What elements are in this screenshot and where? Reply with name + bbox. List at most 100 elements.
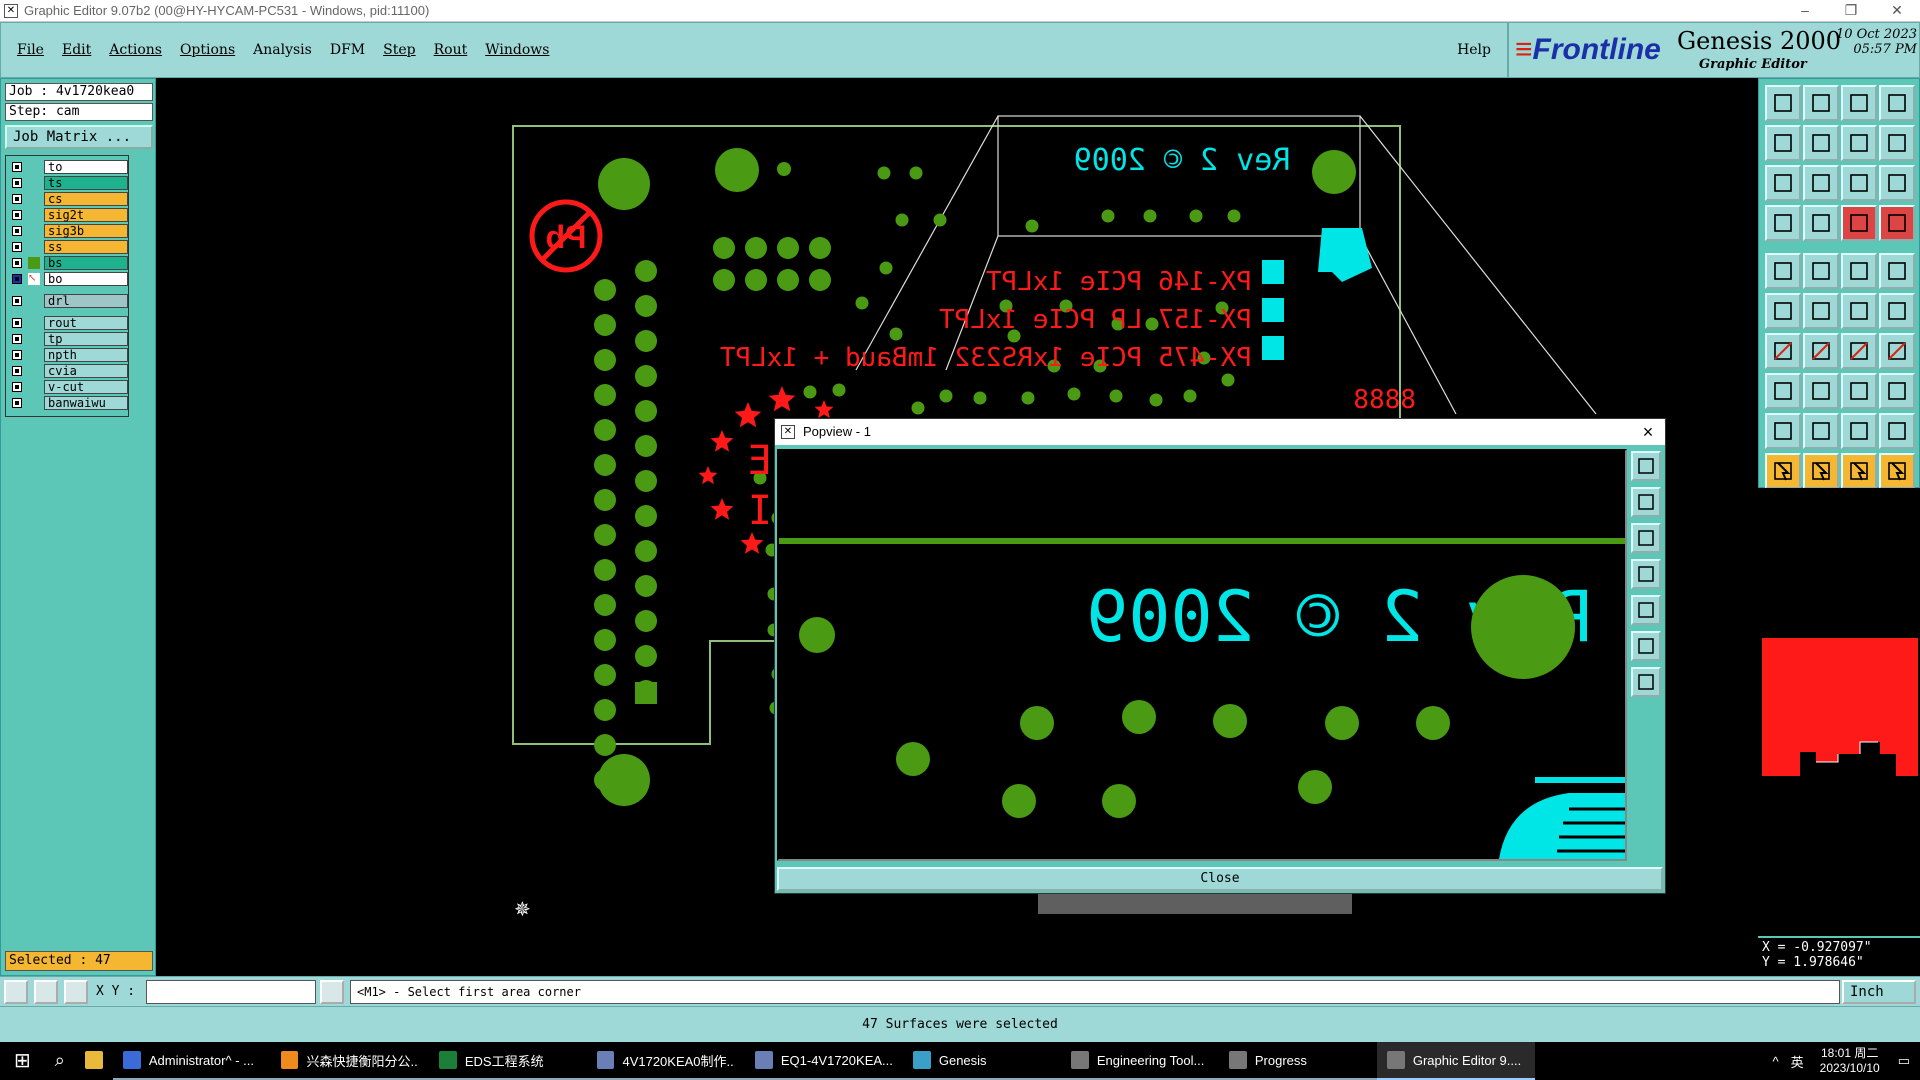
split-a-icon[interactable] xyxy=(1879,413,1915,449)
arc-icon[interactable] xyxy=(1841,333,1877,369)
menu-dfm[interactable]: DFM xyxy=(328,40,367,60)
xy-input[interactable] xyxy=(146,980,316,1004)
redraw-icon[interactable] xyxy=(1803,205,1839,241)
layer-checkbox[interactable] xyxy=(12,350,22,360)
pan-right-icon[interactable] xyxy=(1803,125,1839,161)
layer-checkbox[interactable] xyxy=(12,334,22,344)
layer-row-ts[interactable]: ts xyxy=(8,176,128,190)
pad-icon[interactable] xyxy=(1879,253,1915,289)
layer-row-drl[interactable]: drl xyxy=(8,294,128,308)
measure-icon[interactable] xyxy=(1841,373,1877,409)
layer-checkbox[interactable] xyxy=(12,162,22,172)
taskbar-item[interactable]: EDS工程系统 xyxy=(428,1042,587,1080)
layer-row-banwaiwu[interactable]: banwaiwu xyxy=(8,396,128,410)
home-icon[interactable] xyxy=(1841,85,1877,121)
layer-checkbox[interactable] xyxy=(12,398,22,408)
triangle-icon[interactable] xyxy=(1765,413,1801,449)
start-button[interactable]: ⊞ xyxy=(0,1042,45,1080)
layer-compare-icon[interactable] xyxy=(1841,205,1877,241)
file-explorer-icon[interactable] xyxy=(75,1042,113,1080)
fit-icon[interactable] xyxy=(1765,165,1801,201)
close-icon[interactable]: ✕ xyxy=(1874,2,1920,19)
minus-icon[interactable] xyxy=(1803,373,1839,409)
pop-left-icon[interactable] xyxy=(1631,559,1661,589)
query-icon[interactable] xyxy=(1879,165,1915,201)
move-icon[interactable] xyxy=(1879,453,1915,489)
pop-pan-icon[interactable] xyxy=(1631,667,1661,697)
connect-icon[interactable] xyxy=(1879,293,1915,329)
menu-help[interactable]: Help xyxy=(1455,40,1493,60)
menu-options[interactable]: Options xyxy=(178,40,237,60)
layer-row-v-cut[interactable]: v-cut xyxy=(8,380,128,394)
pop-fit-icon[interactable] xyxy=(1631,451,1661,481)
taskbar-item[interactable]: EQ1-4V1720KEA... xyxy=(744,1042,903,1080)
layer-checkbox[interactable] xyxy=(12,366,22,376)
job-matrix-button[interactable]: Job Matrix ... xyxy=(5,125,153,149)
layer-row-sig2t[interactable]: sig2t xyxy=(8,208,128,222)
layer-checkbox[interactable] xyxy=(12,258,22,268)
menu-rout[interactable]: Rout xyxy=(432,40,470,60)
slash-icon[interactable] xyxy=(1803,333,1839,369)
taskbar-item[interactable]: Graphic Editor 9.... xyxy=(1376,1042,1535,1080)
line-icon[interactable] xyxy=(1765,333,1801,369)
pop-zoom-icon[interactable] xyxy=(1631,631,1661,661)
pointer-icon[interactable] xyxy=(1803,453,1839,489)
layer-checkbox[interactable] xyxy=(12,210,22,220)
pan-left-icon[interactable] xyxy=(1765,125,1801,161)
ruler-icon[interactable] xyxy=(1841,253,1877,289)
pop-export-icon[interactable] xyxy=(1631,523,1661,553)
fill-icon[interactable] xyxy=(1803,253,1839,289)
pop-right-icon[interactable] xyxy=(1631,595,1661,625)
insert-icon[interactable] xyxy=(1765,373,1801,409)
save-icon[interactable] xyxy=(1765,85,1801,121)
net-icon[interactable] xyxy=(1765,293,1801,329)
menu-windows[interactable]: Windows xyxy=(483,40,551,60)
taskbar-item[interactable]: Genesis xyxy=(902,1042,1061,1080)
pop-save-icon[interactable] xyxy=(1631,487,1661,517)
zoom-in-icon[interactable] xyxy=(1803,165,1839,201)
grid-view-icon[interactable] xyxy=(1879,85,1915,121)
scale-icon[interactable] xyxy=(1841,165,1877,201)
layer-row-ss[interactable]: ss xyxy=(8,240,128,254)
panel-icon[interactable] xyxy=(1879,125,1915,161)
taskbar-item[interactable]: 兴森快捷衡阳分公... xyxy=(270,1042,429,1080)
search-icon[interactable]: ⌕ xyxy=(45,1042,75,1080)
layer-checkbox[interactable] xyxy=(12,194,22,204)
layer-row-bo[interactable]: ↖ bo xyxy=(8,272,128,286)
layer-checkbox[interactable] xyxy=(12,226,22,236)
export-icon[interactable] xyxy=(1803,85,1839,121)
layer-row-rout[interactable]: rout xyxy=(8,316,128,330)
layer-checkbox[interactable] xyxy=(12,382,22,392)
layer-select-icon[interactable] xyxy=(1879,205,1915,241)
popview-close-button[interactable]: Close xyxy=(777,867,1663,891)
notification-icon[interactable]: ▭ xyxy=(1898,1053,1910,1069)
menu-step[interactable]: Step xyxy=(381,40,417,60)
grid-icon[interactable] xyxy=(64,980,88,1004)
layer-checkbox[interactable] xyxy=(12,242,22,252)
rotate-pointer-icon[interactable] xyxy=(1841,453,1877,489)
zoom-home-icon[interactable] xyxy=(1841,125,1877,161)
minimize-icon[interactable]: – xyxy=(1782,2,1828,19)
tray-chevron-icon[interactable]: ^ xyxy=(1773,1054,1779,1069)
layer-checkbox[interactable] xyxy=(12,274,22,284)
frame-icon[interactable] xyxy=(1879,333,1915,369)
layer-row-cs[interactable]: cs xyxy=(8,192,128,206)
layer-row-sig3b[interactable]: sig3b xyxy=(8,224,128,238)
taskbar-item[interactable]: 4V1720KEA0制作... xyxy=(586,1042,745,1080)
layer-row-bs[interactable]: bs xyxy=(8,256,128,270)
restore-icon[interactable]: ❐ xyxy=(1828,2,1874,19)
popview-canvas[interactable]: Rev 2 © 2009 xyxy=(777,449,1627,861)
cross-icon[interactable] xyxy=(1803,293,1839,329)
taskbar-item[interactable]: Progress xyxy=(1218,1042,1377,1080)
taskbar-item[interactable]: Engineering Tool... xyxy=(1060,1042,1219,1080)
text-a-icon[interactable] xyxy=(1803,413,1839,449)
layer-checkbox[interactable] xyxy=(12,296,22,306)
tray-clock[interactable]: 18:01 周二 2023/10/10 xyxy=(1820,1046,1880,1076)
select-icon[interactable] xyxy=(1765,453,1801,489)
overview-map[interactable] xyxy=(1760,636,1920,782)
popview-close-icon[interactable]: × xyxy=(1633,419,1663,445)
hand-icon[interactable] xyxy=(1765,205,1801,241)
outline-a-icon[interactable] xyxy=(1841,413,1877,449)
unit-selector[interactable]: Inch xyxy=(1842,980,1916,1004)
measure-icon[interactable] xyxy=(34,980,58,1004)
